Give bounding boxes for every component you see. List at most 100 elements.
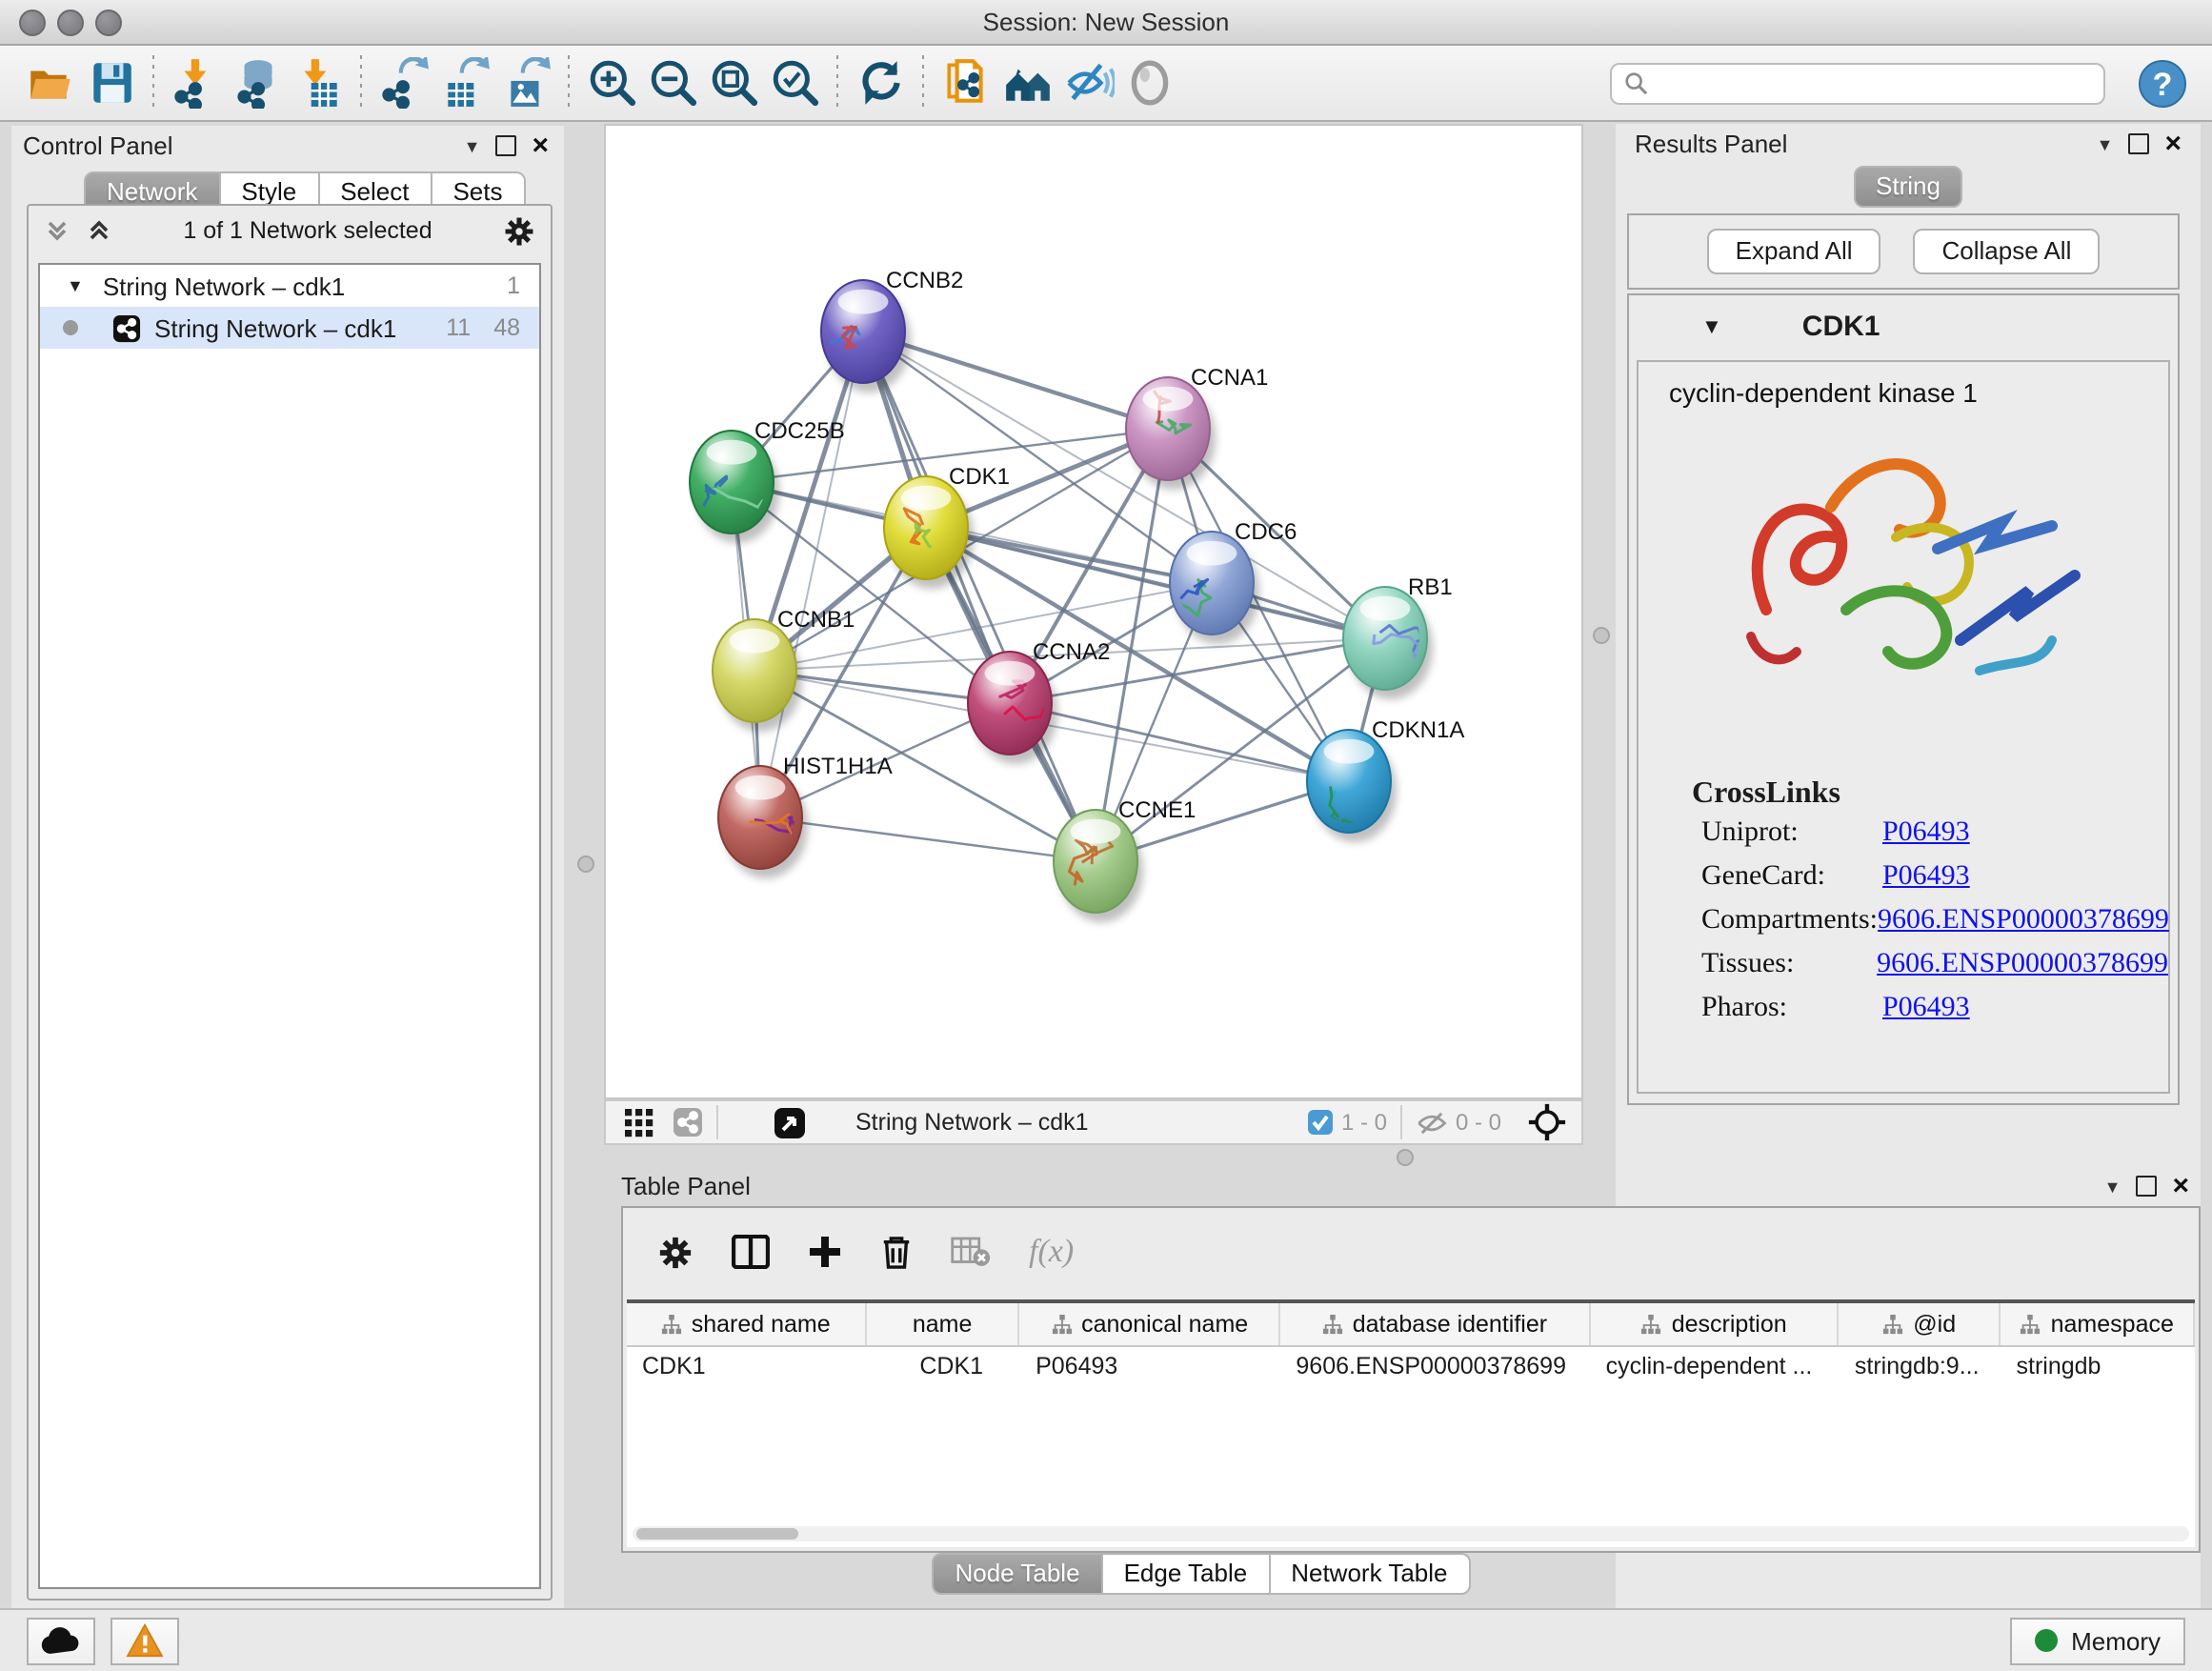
- tab-node-table[interactable]: Node Table: [932, 1553, 1102, 1595]
- column-header-shared-name[interactable]: shared name: [627, 1303, 866, 1345]
- column-header-canonical-name[interactable]: canonical name: [1020, 1303, 1280, 1345]
- expand-all-button[interactable]: Expand All: [1707, 229, 1881, 274]
- left-splitter-handle[interactable]: [577, 856, 594, 873]
- table-cell[interactable]: cyclin-dependent ...: [1591, 1347, 1840, 1389]
- selected-checkbox-icon[interactable]: [1307, 1109, 1334, 1136]
- column-header-description[interactable]: description: [1591, 1303, 1840, 1345]
- network-node[interactable]: CCNA1: [1126, 365, 1268, 490]
- network-graph[interactable]: CCNB2CCNA1CDC25BCDK1CDC6RB1CCNB1CCNA2CDK…: [606, 126, 1581, 1097]
- horizontal-splitter-handle[interactable]: [1397, 1149, 1414, 1166]
- network-node[interactable]: CCNB1: [713, 607, 855, 732]
- network-node[interactable]: RB1: [1343, 574, 1453, 699]
- table-row[interactable]: CDK1CDK1P064939606.ENSP00000378699cyclin…: [627, 1347, 2195, 1389]
- cloud-status-button[interactable]: [27, 1617, 95, 1664]
- memory-button[interactable]: Memory: [2010, 1617, 2185, 1664]
- zoom-window-button[interactable]: [95, 10, 122, 36]
- table-cell[interactable]: P06493: [1020, 1347, 1280, 1389]
- delete-table-icon[interactable]: [951, 1237, 991, 1267]
- section-expander-icon[interactable]: ▼: [1701, 315, 1722, 338]
- export-network-icon[interactable]: [373, 52, 434, 113]
- import-network-icon[interactable]: [166, 52, 227, 113]
- zoom-selected-icon[interactable]: [764, 52, 825, 113]
- network-node[interactable]: CCNA2: [968, 639, 1110, 764]
- zoom-fit-icon[interactable]: [703, 52, 764, 113]
- import-table-icon[interactable]: [288, 52, 349, 113]
- table-cell[interactable]: CDK1: [866, 1347, 1020, 1389]
- network-row[interactable]: String Network – cdk1 11 48: [40, 307, 539, 349]
- table-cell[interactable]: stringdb:9...: [1840, 1347, 2001, 1389]
- toolbar-search-field[interactable]: [1610, 62, 2105, 104]
- panel-close-icon[interactable]: ×: [2164, 135, 2182, 152]
- zoom-in-icon[interactable]: [581, 52, 642, 113]
- crosslink-pharos-link[interactable]: P06493: [1882, 993, 1970, 1025]
- expand-all-icon[interactable]: [86, 217, 112, 244]
- cdk1-section-header[interactable]: ▼ CDK1: [1629, 295, 2178, 358]
- scrollbar-thumb[interactable]: [636, 1528, 798, 1540]
- hidden-eye-slash-icon[interactable]: [1416, 1110, 1448, 1135]
- show-eye-icon[interactable]: [1118, 52, 1179, 113]
- network-edge[interactable]: [760, 817, 1096, 861]
- tab-string[interactable]: String: [1853, 166, 1963, 208]
- network-edge[interactable]: [926, 528, 1385, 638]
- tree-expander-icon[interactable]: ▼: [67, 276, 84, 295]
- panel-float-icon[interactable]: ▼: [464, 136, 481, 155]
- show-columns-icon[interactable]: [732, 1235, 770, 1269]
- network-node[interactable]: CDC6: [1170, 519, 1297, 644]
- table-cell[interactable]: CDK1: [627, 1347, 866, 1389]
- search-input[interactable]: [1648, 68, 2092, 98]
- add-column-icon[interactable]: [808, 1235, 842, 1269]
- column-header-name[interactable]: name: [866, 1303, 1020, 1345]
- panel-close-icon[interactable]: ×: [2172, 1178, 2189, 1195]
- grid-view-icon[interactable]: [625, 1108, 654, 1137]
- network-edge[interactable]: [1010, 703, 1349, 781]
- minimize-window-button[interactable]: [57, 10, 84, 36]
- crosslink-tissues-link[interactable]: 9606.ENSP00000378699: [1877, 949, 2168, 981]
- table-options-gear-icon[interactable]: [657, 1234, 694, 1270]
- panel-maximize-icon[interactable]: [495, 135, 516, 156]
- fit-crosshair-icon[interactable]: [1528, 1103, 1566, 1141]
- help-icon[interactable]: ?: [2132, 52, 2193, 113]
- crosslink-compartments-link[interactable]: 9606.ENSP00000378699: [1878, 905, 2169, 937]
- export-table-icon[interactable]: [434, 52, 495, 113]
- tab-edge-table[interactable]: Edge Table: [1103, 1553, 1271, 1595]
- crosslink-uniprot-link[interactable]: P06493: [1882, 817, 1970, 850]
- network-node[interactable]: CCNE1: [1054, 797, 1196, 922]
- panel-maximize-icon[interactable]: [2128, 133, 2149, 154]
- crosslink-genecard-link[interactable]: P06493: [1882, 861, 1970, 894]
- delete-column-icon[interactable]: [880, 1234, 913, 1270]
- panel-float-icon[interactable]: ▼: [2097, 134, 2114, 153]
- table-horizontal-scrollbar[interactable]: [633, 1526, 2189, 1541]
- network-options-gear-icon[interactable]: [503, 214, 535, 247]
- table-cell[interactable]: 9606.ENSP00000378699: [1280, 1347, 1590, 1389]
- string-home-icon[interactable]: [996, 52, 1057, 113]
- save-session-icon[interactable]: [80, 52, 141, 113]
- network-node[interactable]: CDK1: [884, 464, 1010, 589]
- network-collection-row[interactable]: ▼ String Network – cdk1 1: [40, 265, 539, 307]
- panel-float-icon[interactable]: ▼: [2104, 1177, 2122, 1196]
- zoom-out-icon[interactable]: [642, 52, 703, 113]
- function-builder-icon[interactable]: f(x): [1029, 1233, 1074, 1271]
- column-header--id[interactable]: @id: [1840, 1303, 2001, 1345]
- network-edge[interactable]: [863, 332, 1096, 861]
- hide-glasses-icon[interactable]: [1057, 52, 1118, 113]
- network-view-icon[interactable]: [673, 1107, 703, 1137]
- collapse-all-icon[interactable]: [44, 217, 70, 244]
- warnings-button[interactable]: [111, 1617, 179, 1664]
- apply-layout-icon[interactable]: [850, 52, 911, 113]
- close-window-button[interactable]: [19, 10, 46, 36]
- network-node[interactable]: HIST1H1A: [718, 754, 893, 878]
- panel-close-icon[interactable]: ×: [532, 137, 549, 154]
- open-file-icon[interactable]: [19, 52, 80, 113]
- share-document-icon[interactable]: [935, 52, 996, 113]
- tab-network-table[interactable]: Network Table: [1270, 1553, 1470, 1595]
- network-canvas[interactable]: CCNB2CCNA1CDC25BCDK1CDC6RB1CCNB1CCNA2CDK…: [604, 124, 1583, 1099]
- export-image-icon[interactable]: [495, 52, 556, 113]
- column-header-database-identifier[interactable]: database identifier: [1280, 1303, 1590, 1345]
- column-header-namespace[interactable]: namespace: [2001, 1303, 2196, 1345]
- table-cell[interactable]: stringdb: [2001, 1347, 2196, 1389]
- panel-maximize-icon[interactable]: [2136, 1176, 2157, 1197]
- right-splitter-handle[interactable]: [1593, 627, 1610, 644]
- import-network-from-database-icon[interactable]: [227, 52, 288, 113]
- collapse-all-button[interactable]: Collapse All: [1914, 229, 2101, 274]
- detach-view-icon[interactable]: [774, 1106, 806, 1138]
